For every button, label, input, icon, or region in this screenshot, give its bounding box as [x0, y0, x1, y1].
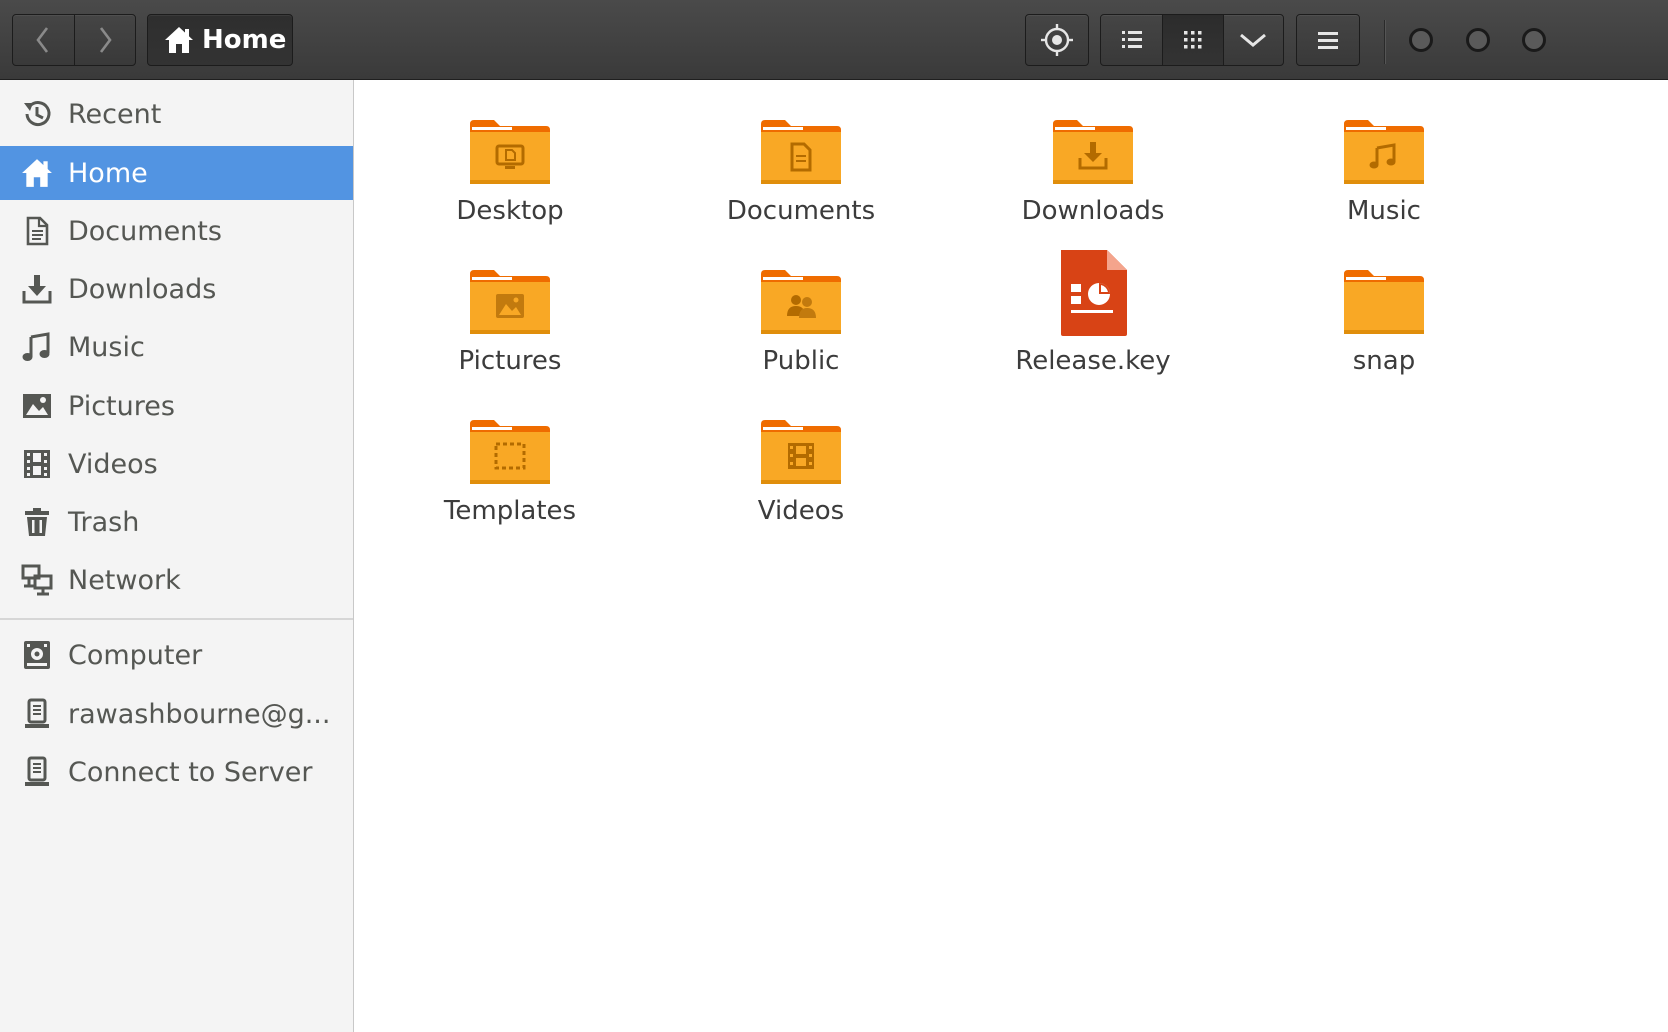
sidebar-item-computer[interactable]: Computer: [0, 628, 353, 682]
keynote-presentation-icon: [1048, 238, 1138, 338]
sidebar-item-label: Connect to Server: [68, 756, 313, 788]
sidebar-item-recent[interactable]: Recent: [0, 87, 353, 141]
file-item-templates[interactable]: Templates: [390, 388, 630, 538]
sidebar-item-label: Trash: [68, 506, 140, 538]
file-name: Documents: [726, 196, 876, 226]
view-mode-buttons: [1100, 14, 1284, 66]
header-bar: Home: [0, 0, 1668, 80]
hamburger-menu-icon: [1318, 32, 1338, 49]
templates-folder-icon: [465, 388, 555, 488]
music-folder-icon: [1339, 88, 1429, 188]
server-icon: [20, 697, 54, 731]
film-icon: [20, 447, 54, 481]
grid-view-icon: [1183, 31, 1202, 49]
sidebar-item-home[interactable]: Home: [0, 146, 353, 200]
sidebar-item-label: Network: [68, 564, 181, 596]
list-view-button[interactable]: [1101, 15, 1162, 65]
file-name: Downloads: [1021, 196, 1165, 226]
file-item-public[interactable]: Public: [681, 238, 921, 388]
sidebar-item-pictures[interactable]: Pictures: [0, 379, 353, 433]
computer-icon: [20, 638, 54, 672]
downloads-folder-icon: [1048, 88, 1138, 188]
videos-folder-icon: [756, 388, 846, 488]
sidebar-item-videos[interactable]: Videos: [0, 437, 353, 491]
file-item-documents[interactable]: Documents: [681, 88, 921, 238]
clock-icon: [20, 97, 54, 131]
trash-icon: [20, 505, 54, 539]
sidebar-separator: [0, 618, 353, 620]
close-button[interactable]: [1522, 28, 1546, 52]
file-item-music[interactable]: Music: [1264, 88, 1504, 238]
network-icon: [20, 563, 54, 597]
path-label: Home: [202, 25, 287, 55]
navigation-buttons: [12, 14, 136, 66]
download-icon: [20, 272, 54, 306]
file-item-videos[interactable]: Videos: [681, 388, 921, 538]
sidebar: Recent Home Documents Downloads Music Pi…: [0, 80, 354, 1032]
sidebar-item-label: Documents: [68, 215, 222, 247]
app-menu-button[interactable]: [1296, 14, 1360, 66]
file-icon-view: Desktop Documents Downloads Music Pictur…: [354, 80, 1668, 1032]
file-name: snap: [1352, 346, 1416, 376]
file-name: Videos: [757, 496, 845, 526]
chevron-down-icon: [1240, 33, 1267, 47]
view-options-button[interactable]: [1222, 15, 1283, 65]
music-icon: [20, 330, 54, 364]
sidebar-item-label: rawashbourne@g...: [68, 698, 331, 730]
desktop-folder-icon: [465, 88, 555, 188]
home-icon: [165, 27, 193, 53]
file-name: Pictures: [458, 346, 562, 376]
location-button[interactable]: [1025, 14, 1089, 66]
chevron-left-icon: [36, 27, 49, 53]
header-separator: [1384, 20, 1385, 64]
forward-button[interactable]: [73, 15, 136, 65]
documents-folder-icon: [756, 88, 846, 188]
minimize-button[interactable]: [1409, 28, 1433, 52]
file-name: Public: [762, 346, 840, 376]
server-icon: [20, 755, 54, 789]
sidebar-item-music[interactable]: Music: [0, 320, 353, 374]
public-folder-icon: [756, 238, 846, 338]
crosshair-icon: [1041, 24, 1073, 56]
chevron-right-icon: [99, 27, 112, 53]
sidebar-item-label: Pictures: [68, 390, 175, 422]
file-name: Desktop: [456, 196, 564, 226]
path-bar-home-button[interactable]: Home: [147, 14, 293, 66]
pictures-folder-icon: [465, 238, 555, 338]
document-icon: [20, 214, 54, 248]
sidebar-item-connect-to-server[interactable]: Connect to Server: [0, 745, 353, 799]
home-icon: [20, 156, 54, 190]
picture-icon: [20, 389, 54, 423]
file-name: Templates: [443, 496, 577, 526]
sidebar-item-label: Home: [68, 157, 148, 189]
sidebar-item-trash[interactable]: Trash: [0, 495, 353, 549]
sidebar-item-label: Recent: [68, 98, 162, 130]
sidebar-item-label: Music: [68, 331, 145, 363]
sidebar-item-remote-server[interactable]: rawashbourne@g...: [0, 687, 353, 741]
sidebar-item-downloads[interactable]: Downloads: [0, 262, 353, 316]
list-view-icon: [1121, 31, 1142, 48]
sidebar-item-label: Computer: [68, 639, 203, 671]
sidebar-item-documents[interactable]: Documents: [0, 204, 353, 258]
grid-view-button[interactable]: [1162, 15, 1223, 65]
file-name: Release.key: [1015, 346, 1171, 376]
folder-icon: [1339, 238, 1429, 338]
sidebar-item-label: Downloads: [68, 273, 217, 305]
sidebar-item-label: Videos: [68, 448, 158, 480]
file-item-downloads[interactable]: Downloads: [973, 88, 1213, 238]
file-item-release-key[interactable]: Release.key: [973, 238, 1213, 388]
sidebar-item-network[interactable]: Network: [0, 553, 353, 607]
file-item-pictures[interactable]: Pictures: [390, 238, 630, 388]
file-manager-window: Home Recent Home Documents Downloads Mus…: [0, 0, 1668, 1032]
file-name: Music: [1347, 196, 1421, 226]
back-button[interactable]: [13, 15, 74, 65]
maximize-button[interactable]: [1466, 28, 1490, 52]
file-item-snap[interactable]: snap: [1264, 238, 1504, 388]
file-item-desktop[interactable]: Desktop: [390, 88, 630, 238]
